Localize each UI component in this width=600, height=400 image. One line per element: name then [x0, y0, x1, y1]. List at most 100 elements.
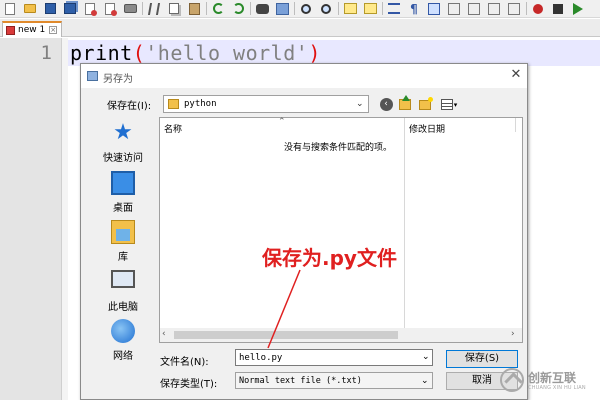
- view-dropdown-icon: ▾: [453, 100, 458, 109]
- sync-horizontal-icon: [363, 3, 377, 14]
- line-number: 1: [40, 42, 52, 64]
- tab-new-1[interactable]: new 1 ×: [2, 21, 62, 37]
- save-all-button[interactable]: [62, 2, 78, 16]
- zoom-in-icon: [301, 3, 311, 14]
- folder-icon: [168, 99, 179, 109]
- view-grid-icon: [440, 99, 453, 110]
- dialog-title: 另存为: [103, 74, 133, 85]
- binoculars-icon: [255, 3, 269, 14]
- save-in-dropdown[interactable]: python ⌄: [163, 95, 369, 113]
- scroll-right-icon[interactable]: ›: [511, 329, 515, 339]
- document-map-button[interactable]: [466, 2, 482, 16]
- playback-macro-button[interactable]: [570, 2, 586, 16]
- back-button[interactable]: ‹: [379, 97, 393, 112]
- sync-vertical-button[interactable]: [342, 2, 358, 16]
- new-folder-button[interactable]: [417, 96, 433, 112]
- column-header-name[interactable]: 名称: [164, 122, 182, 135]
- dialog-app-icon: [87, 71, 98, 81]
- word-wrap-icon: [388, 3, 400, 14]
- user-language-button[interactable]: [446, 2, 462, 16]
- scrollbar-thumb[interactable]: [174, 331, 398, 339]
- place-library[interactable]: 库: [89, 216, 157, 263]
- place-label: 库: [118, 252, 128, 263]
- dialog-close-icon[interactable]: ✕: [509, 68, 523, 82]
- replace-button[interactable]: [274, 2, 290, 16]
- dialog-titlebar[interactable]: 另存为 ✕: [81, 64, 527, 88]
- zoom-in-button[interactable]: [298, 2, 314, 16]
- undo-button[interactable]: [210, 2, 226, 16]
- open-folder-icon: [24, 4, 36, 13]
- indent-guide-icon: [428, 2, 440, 15]
- find-button[interactable]: [254, 2, 270, 16]
- file-type-dropdown[interactable]: Normal text file (*.txt) ⌄: [235, 372, 433, 389]
- file-type-label: 保存类型(T):: [160, 379, 218, 390]
- redo-icon: [232, 3, 244, 14]
- sync-vertical-icon: [343, 3, 357, 14]
- horizontal-scrollbar[interactable]: ‹ ›: [160, 328, 522, 342]
- function-list-button[interactable]: [486, 2, 502, 16]
- file-list-view[interactable]: 名称 ⌃ 修改日期 没有与搜索条件匹配的项。 ‹ ›: [159, 117, 523, 343]
- column-divider[interactable]: [515, 118, 516, 132]
- column-divider[interactable]: [404, 118, 405, 328]
- library-icon: [111, 220, 135, 244]
- star-icon: ★: [113, 120, 133, 145]
- empty-folder-message: 没有与搜索条件匹配的项。: [284, 143, 393, 153]
- fold-margin: [62, 38, 68, 400]
- open-file-button[interactable]: [22, 2, 38, 16]
- chevron-down-icon[interactable]: ⌄: [422, 352, 430, 362]
- code-function-name: print: [70, 41, 133, 65]
- up-folder-button[interactable]: [397, 95, 413, 112]
- desktop-icon: [111, 171, 135, 195]
- place-desktop[interactable]: 桌面: [89, 167, 157, 214]
- copy-button[interactable]: [166, 2, 182, 16]
- up-folder-icon: [399, 95, 411, 110]
- watermark-subtext: CHUANG XIN HU LIAN: [528, 385, 586, 391]
- close-button-toolbar[interactable]: [82, 2, 98, 16]
- back-arrow-icon: ‹: [379, 98, 393, 111]
- redo-button[interactable]: [230, 2, 246, 16]
- close-all-button[interactable]: [102, 2, 118, 16]
- place-label: 此电脑: [108, 302, 138, 313]
- toolbar-separator: [250, 2, 251, 15]
- user-language-icon: [448, 2, 460, 15]
- file-type-value: Normal text file (*.txt): [239, 376, 362, 386]
- column-header-date[interactable]: 修改日期: [409, 122, 445, 135]
- show-all-chars-button[interactable]: ¶: [406, 2, 422, 16]
- monitoring-icon: [508, 2, 520, 15]
- indent-guide-button[interactable]: [426, 2, 442, 16]
- copy-icon: [169, 3, 179, 14]
- function-list-icon: [488, 2, 500, 15]
- zoom-out-button[interactable]: [318, 2, 334, 16]
- place-this-pc[interactable]: 此电脑: [89, 266, 157, 313]
- record-icon: [533, 3, 543, 14]
- record-macro-button[interactable]: [530, 2, 546, 16]
- toolbar-separator: [206, 2, 207, 15]
- toolbar-separator: [294, 2, 295, 15]
- watermark-text: 创新互联: [528, 371, 577, 385]
- new-file-icon: [5, 2, 15, 15]
- sync-horizontal-button[interactable]: [362, 2, 378, 16]
- close-all-icon: [105, 2, 117, 16]
- undo-icon: [212, 3, 224, 14]
- new-file-button[interactable]: [2, 2, 18, 16]
- monitoring-button[interactable]: [506, 2, 522, 16]
- code-line-1[interactable]: print('hello world'): [70, 41, 321, 65]
- stop-recording-button[interactable]: [550, 2, 566, 16]
- place-network[interactable]: 网络: [89, 315, 157, 362]
- place-label: 网络: [113, 351, 133, 362]
- paste-button[interactable]: [186, 2, 202, 16]
- print-button[interactable]: [122, 2, 138, 16]
- file-name-input[interactable]: [235, 349, 433, 366]
- tab-close-icon[interactable]: ×: [49, 26, 58, 34]
- scroll-left-icon[interactable]: ‹: [162, 329, 166, 339]
- save-button-toolbar[interactable]: [42, 2, 58, 16]
- place-quick-access[interactable]: ★ 快速访问: [89, 117, 157, 165]
- cut-button[interactable]: [146, 2, 162, 16]
- stop-icon: [553, 3, 563, 14]
- code-close-paren: ): [308, 41, 321, 65]
- computer-icon: [111, 270, 135, 288]
- file-name-label: 文件名(N):: [160, 357, 209, 368]
- view-menu-button[interactable]: ▾: [437, 97, 461, 112]
- play-icon: [573, 2, 583, 15]
- word-wrap-button[interactable]: [386, 2, 402, 16]
